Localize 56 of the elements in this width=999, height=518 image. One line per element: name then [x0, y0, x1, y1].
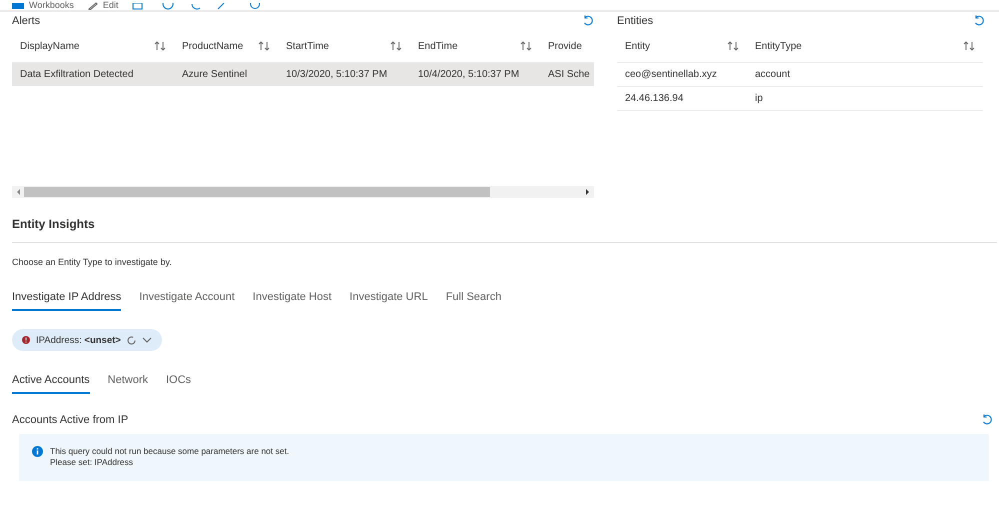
- refresh-icon: [126, 336, 136, 344]
- scroll-right-icon[interactable]: [584, 189, 590, 195]
- sort-icon: [390, 41, 402, 51]
- table-cell-text: ASI Sche: [547, 69, 591, 80]
- toolbar-icons-drawing[interactable]: [132, 3, 260, 10]
- table-row[interactable]: Data Exfiltration Detected Azure Sentinel 10/3/2020, 5:10:37 PM 10/4/2020, 5:10:37 PM ASI Sche: [12, 63, 594, 86]
- instruction-text: Choose an Entity Type to investigate by.: [12, 257, 173, 267]
- scroll-left-icon[interactable]: [16, 189, 22, 195]
- tab[interactable]: Investigate Account: [139, 291, 235, 311]
- table-cell-text: 24.46.136.94: [624, 93, 684, 104]
- table-cell-text: ceo@sentinellab.xyz: [624, 69, 718, 80]
- tab[interactable]: Investigate Host: [252, 291, 332, 311]
- column-header[interactable]: Provide: [540, 40, 594, 52]
- horizontal-scrollbar[interactable]: [12, 186, 594, 198]
- error-icon: [22, 336, 30, 344]
- sort-icon: [154, 41, 166, 51]
- refresh-icon[interactable]: [582, 15, 594, 27]
- info-message: Please set: IPAddress: [50, 457, 134, 468]
- tab[interactable]: IOCs: [166, 374, 192, 394]
- column-header[interactable]: EntityType: [747, 40, 983, 52]
- sort-icon: [520, 41, 532, 51]
- query-title: Accounts Active from IP: [12, 414, 128, 426]
- table-row[interactable]: 24.46.136.94 ip: [617, 87, 983, 111]
- toolbar-button[interactable]: Edit: [88, 1, 118, 10]
- info-message: This query could not run because some parameters are not set.: [50, 446, 290, 457]
- tab[interactable]: Active Accounts: [12, 374, 90, 394]
- parameter-dropdown[interactable]: IPAddress: <unset>: [12, 329, 162, 351]
- table-cell-text: 10/3/2020, 5:10:37 PM: [285, 69, 388, 80]
- refresh-icon[interactable]: [981, 414, 993, 426]
- table-cell-text: account: [754, 69, 792, 80]
- info-icon: [32, 446, 43, 457]
- sort-icon: [258, 41, 270, 51]
- tab[interactable]: Investigate IP Address: [12, 291, 122, 311]
- tab[interactable]: Network: [108, 374, 148, 394]
- table-cell-text: Azure Sentinel: [181, 69, 248, 80]
- toolbar-button[interactable]: Workbooks: [12, 1, 74, 10]
- tab[interactable]: Full Search: [446, 291, 502, 311]
- column-header[interactable]: DisplayName: [12, 40, 174, 52]
- panel-title: Entities: [617, 15, 654, 27]
- table-row[interactable]: ceo@sentinellab.xyz account: [617, 63, 983, 87]
- pencil-icon: [88, 2, 98, 10]
- column-header[interactable]: ProductName: [174, 40, 278, 52]
- chevron-down-icon: [142, 337, 152, 343]
- column-header[interactable]: StartTime: [278, 40, 410, 52]
- sort-icon: [963, 41, 975, 51]
- sort-icon: [727, 41, 739, 51]
- column-header[interactable]: EndTime: [410, 40, 540, 52]
- tab[interactable]: Investigate URL: [350, 291, 428, 311]
- book-icon: [12, 2, 24, 8]
- table-cell-text: ip: [754, 93, 764, 104]
- column-header[interactable]: Entity: [617, 40, 747, 52]
- panel-title: Alerts: [12, 15, 40, 27]
- section-title: Entity Insights: [12, 217, 96, 233]
- table-cell-text: 10/4/2020, 5:10:37 PM: [417, 69, 520, 80]
- refresh-icon[interactable]: [973, 15, 985, 27]
- table-cell-text: Data Exfiltration Detected: [19, 69, 134, 80]
